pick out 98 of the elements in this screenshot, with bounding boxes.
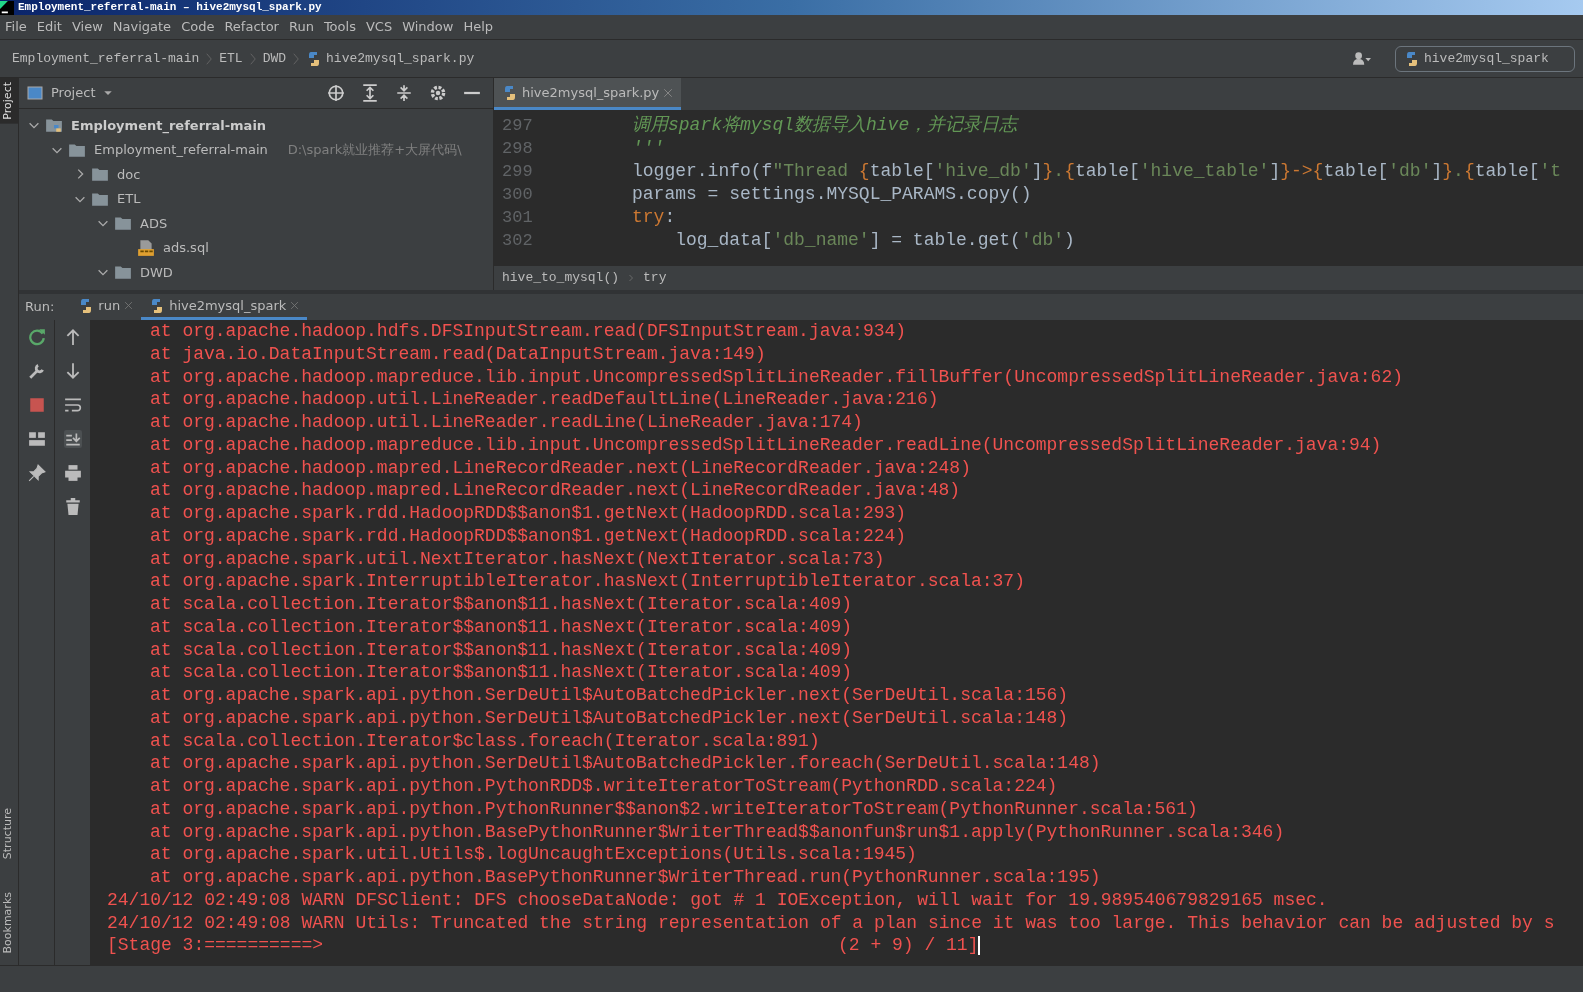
layout-icon[interactable]	[27, 430, 46, 448]
tree-item[interactable]: DWD	[140, 262, 173, 282]
run-label: Run:	[25, 298, 55, 317]
window-title: Employment_referral-main – hive2mysql_spark.py	[18, 0, 322, 15]
progress-count: (2 + 9) / 11]	[838, 934, 979, 957]
console-line: at org.apache.hadoop.mapreduce.lib.input.UncompressedSplitLineReader.readLine(UncompressedSplitLineReader.java:94)	[149, 433, 1383, 457]
tree-item[interactable]: ETL	[117, 189, 141, 209]
console-line: at org.apache.spark.rdd.HadoopRDD$$anon$1.getNext(HadoopRDD.scala:293)	[149, 502, 908, 525]
locate-icon[interactable]	[327, 84, 345, 102]
line-number: 299	[501, 161, 534, 183]
app-logo-icon	[0, 0, 14, 15]
menu-item[interactable]: File	[0, 17, 32, 37]
code-line: 调用spark将mysql数据导入hive，并记录日志	[632, 114, 1020, 137]
rerun-icon[interactable]	[27, 328, 46, 346]
trash-icon[interactable]	[63, 498, 82, 516]
text-cursor	[978, 936, 981, 956]
menu-item[interactable]: Refactor	[219, 17, 284, 37]
module-folder-icon	[45, 116, 63, 135]
stop-icon[interactable]	[27, 396, 46, 414]
console-line: at org.apache.spark.util.NextIterator.hasNext(NextIterator.scala:73)	[149, 547, 886, 571]
console-line: at scala.collection.Iterator$$anon$11.hasNext(Iterator.scala:409)	[149, 615, 854, 639]
console-line: at org.apache.hadoop.util.LineReader.readLine(LineReader.java:174)	[149, 411, 864, 434]
tool-window-tab[interactable]: Bookmarks	[0, 887, 18, 957]
pin-icon[interactable]	[27, 464, 46, 482]
code-line: log_data['db_name'] = table.get('db')	[674, 229, 1076, 252]
code-line: params = settings.MYSQL_PARAMS.copy()	[632, 183, 1033, 206]
code-line: logger.info(f"Thread {table['hive_db']}.{table['hive_table']}->{table['db']}.{table['t	[632, 160, 1563, 183]
breadcrumb-item[interactable]: ETL	[215, 48, 247, 69]
menu-item[interactable]: Code	[176, 17, 220, 37]
python-file-icon	[502, 84, 518, 101]
line-number: 300	[501, 184, 534, 206]
tree-item[interactable]: doc	[117, 164, 141, 184]
breadcrumb-item[interactable]: hive2mysql_spark.py	[302, 48, 479, 69]
console-line: at scala.collection.Iterator$$anon$11.hasNext(Iterator.scala:409)	[149, 593, 854, 616]
menu-item[interactable]: Navigate	[107, 17, 177, 37]
console-line: at org.apache.spark.rdd.HadoopRDD$$anon$1.getNext(HadoopRDD.scala:224)	[149, 524, 908, 548]
console-line: 24/10/12 02:49:08 WARN Utils: Truncated the string representation of a plan since it was too large. This behavior can be adjusted by s	[107, 911, 1556, 935]
tree-item[interactable]: Employment_referral-main	[71, 115, 267, 135]
console-line: at scala.collection.Iterator$$anon$11.hasNext(Iterator.scala:409)	[149, 638, 854, 662]
progress-bar-text: [Stage 3:==========>	[107, 934, 324, 957]
console-line: at org.apache.spark.api.python.PythonRunner$$anon$2.writeIteratorToStream(PythonRunner.scala:561)	[149, 797, 1199, 821]
console-line: at org.apache.spark.util.Utils$.logUncaughtExceptions(Utils.scala:1945)	[149, 843, 918, 866]
console-line: at org.apache.spark.api.python.BasePythonRunner$WriterThread.run(PythonRunner.scala:195)	[149, 866, 1102, 889]
python-file-icon	[1404, 50, 1420, 67]
folder-icon	[114, 263, 132, 282]
line-number: 301	[501, 207, 534, 229]
console-line: at scala.collection.Iterator$class.foreach(Iterator.scala:891)	[149, 729, 821, 753]
console-line: at org.apache.hadoop.mapreduce.lib.input.UncompressedSplitLineReader.fillBuffer(UncompressedSplitLineReader.java:62)	[149, 365, 1404, 389]
print-icon[interactable]	[63, 464, 82, 482]
run-tab[interactable]: run	[70, 294, 142, 320]
wrench-icon[interactable]	[27, 362, 46, 380]
expand-all-icon[interactable]	[361, 84, 379, 102]
console-line: at org.apache.hadoop.mapred.LineRecordReader.next(LineRecordReader.java:48)	[149, 479, 962, 502]
console-line: at org.apache.spark.api.python.SerDeUtil$AutoBatchedPickler.next(SerDeUtil.scala:148)	[149, 706, 1070, 730]
editor-tab[interactable]: hive2mysql_spark.py	[494, 78, 682, 110]
code-line: '''	[632, 137, 666, 160]
breadcrumb-item[interactable]: DWD	[258, 48, 291, 69]
menu-item[interactable]: Edit	[31, 17, 67, 37]
tree-item[interactable]: ads.sql	[163, 238, 209, 258]
tool-window-tab[interactable]: Structure	[0, 804, 18, 864]
tool-window-tab[interactable]: Project	[0, 78, 18, 124]
tree-item[interactable]: Employment_referral-main	[94, 140, 268, 160]
collapse-all-icon[interactable]	[395, 84, 413, 102]
line-number: 297	[501, 115, 534, 137]
menu-item[interactable]: Tools	[318, 17, 361, 37]
console-line: at org.apache.spark.InterruptibleIterator.hasNext(InterruptibleIterator.scala:37)	[149, 570, 1026, 593]
breadcrumb-item[interactable]: Employment_referral-main	[8, 48, 204, 69]
scroll-to-end-icon[interactable]	[63, 430, 82, 448]
line-number: 298	[501, 138, 534, 160]
menu-item[interactable]: View	[66, 17, 108, 37]
console-line: at scala.collection.Iterator$$anon$11.hasNext(Iterator.scala:409)	[149, 661, 854, 684]
folder-icon	[91, 165, 109, 184]
console-line: at org.apache.spark.api.python.SerDeUtil$AutoBatchedPickler.foreach(SerDeUtil.scala:148)	[149, 752, 1102, 775]
path-hint: D:\spark就业推荐+大屏代码\	[287, 141, 462, 159]
code-line: try:	[632, 206, 677, 229]
tree-item[interactable]: ADS	[140, 213, 168, 233]
console-line: at org.apache.spark.api.python.SerDeUtil$AutoBatchedPickler.next(SerDeUtil.scala:156)	[149, 684, 1070, 707]
console-line: at org.apache.hadoop.mapred.LineRecordReader.next(LineRecordReader.java:248)	[149, 456, 972, 480]
console-line: at org.apache.hadoop.util.LineReader.readDefaultLine(LineReader.java:216)	[149, 388, 940, 411]
line-number: 302	[501, 230, 534, 252]
code-breadcrumb[interactable]: try	[643, 268, 667, 288]
menu-item[interactable]: Run	[283, 17, 319, 37]
code-breadcrumb[interactable]: hive_to_mysql()	[502, 268, 620, 288]
folder-icon	[114, 214, 132, 233]
console-line: at org.apache.spark.api.python.BasePythonRunner$WriterThread$$anonfun$run$1.apply(PythonRunner.scala:346)	[149, 820, 1286, 844]
console-line: at java.io.DataInputStream.read(DataInputStream.java:149)	[149, 342, 767, 366]
menu-item[interactable]: Window	[397, 17, 459, 37]
menu-item[interactable]: Help	[458, 17, 499, 37]
console-line: at org.apache.spark.api.python.PythonRDD$.writeIteratorToStream(PythonRDD.scala:224)	[149, 775, 1059, 798]
run-config-selector[interactable]: hive2mysql_spark	[1395, 45, 1575, 72]
sql-file-icon	[137, 238, 155, 257]
soft-wrap-icon[interactable]	[63, 396, 82, 414]
panel-title-dropdown[interactable]: Project	[51, 83, 114, 103]
settings-icon[interactable]	[429, 84, 447, 102]
console-line: at org.apache.hadoop.hdfs.DFSInputStream.read(DFSInputStream.java:934)	[149, 320, 908, 343]
console-line: 24/10/12 02:49:08 WARN DFSClient: DFS chooseDataNode: got # 1 IOException, will wait for 19.989540679829165 msec.	[107, 888, 1329, 912]
menu-item[interactable]: VCS	[360, 17, 398, 37]
panel-icon	[27, 85, 43, 101]
